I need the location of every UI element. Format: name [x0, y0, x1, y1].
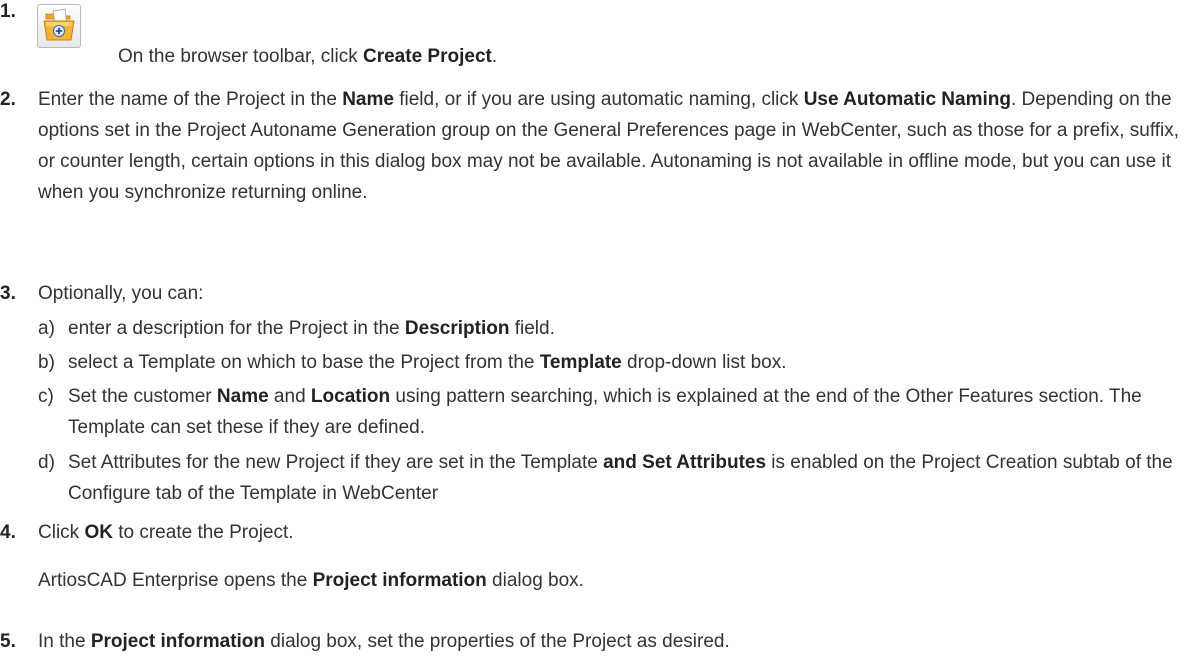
substep-label: d) — [38, 452, 55, 473]
name-ref: Name — [216, 386, 269, 407]
create-project-icon[interactable] — [37, 4, 81, 48]
step-number: 1. — [0, 1, 16, 22]
step-4-result: ArtiosCAD Enterprise opens the Project i… — [38, 570, 584, 591]
location-ref: Location — [310, 386, 391, 407]
project-information-ref: Project information — [90, 631, 266, 652]
step-number: 3. — [0, 283, 16, 304]
step-5-text: In the Project information dialog box, s… — [38, 631, 730, 652]
create-project-ref: Create Project — [363, 46, 492, 67]
project-information-ref: Project information — [312, 570, 487, 591]
step-3-text: Optionally, you can: — [38, 283, 204, 304]
name-field-ref: Name — [342, 89, 394, 110]
substep-label: b) — [38, 352, 55, 373]
substep-label: c) — [38, 386, 54, 407]
step-number: 2. — [0, 89, 16, 110]
step-number: 5. — [0, 631, 16, 652]
step-4-text: Click OK to create the Project. — [38, 522, 294, 543]
set-attributes-ref: and Set Attributes — [603, 452, 767, 473]
step-1-text: On the browser toolbar, click Create Pro… — [118, 46, 498, 67]
step-number: 4. — [0, 522, 16, 543]
description-field-ref: Description — [404, 318, 510, 339]
substep-label: a) — [38, 318, 55, 339]
use-automatic-naming-ref: Use Automatic Naming — [803, 89, 1011, 110]
ok-button-ref: OK — [84, 522, 113, 543]
step-2-text: Enter the name of the Project in the Nam… — [38, 89, 1180, 203]
template-ref: Template — [539, 352, 622, 373]
